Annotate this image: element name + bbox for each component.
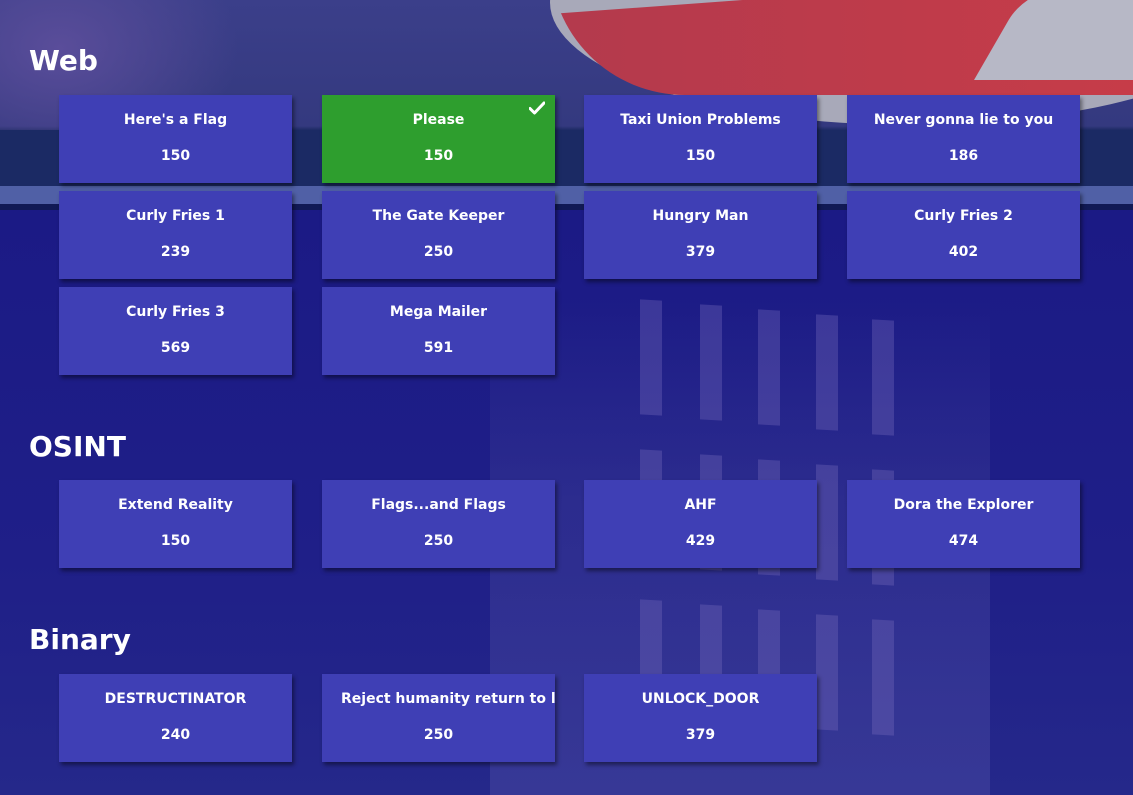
challenge-name: Here's a Flag [123, 112, 228, 128]
challenge-name: DESTRUCTINATOR [104, 691, 247, 707]
check-icon [529, 101, 545, 115]
challenge-points: 379 [685, 244, 716, 260]
challenge-tile-hungry-man[interactable]: Hungry Man 379 [584, 191, 817, 279]
challenge-points: 150 [160, 533, 191, 549]
challenge-points: 250 [423, 244, 454, 260]
challenge-tile-reject-humanity[interactable]: Reject humanity return to libc 250 [322, 674, 555, 762]
challenge-name: Hungry Man [652, 208, 749, 224]
challenge-points: 150 [423, 148, 454, 164]
challenge-name: Dora the Explorer [893, 497, 1034, 513]
challenge-name: Reject humanity return to libc [341, 691, 555, 707]
challenge-points: 591 [423, 340, 454, 356]
category-title-binary: Binary [29, 623, 131, 656]
challenge-name: Curly Fries 2 [914, 208, 1013, 224]
challenge-points: 150 [160, 148, 191, 164]
challenge-tile-dora-the-explorer[interactable]: Dora the Explorer 474 [847, 480, 1080, 568]
challenge-name: Taxi Union Problems [620, 112, 781, 128]
challenge-points: 240 [160, 727, 191, 743]
challenge-points: 569 [160, 340, 191, 356]
challenge-tile-the-gate-keeper[interactable]: The Gate Keeper 250 [322, 191, 555, 279]
challenge-points: 402 [948, 244, 979, 260]
challenge-tile-taxi-union-problems[interactable]: Taxi Union Problems 150 [584, 95, 817, 183]
challenge-name: The Gate Keeper [372, 208, 505, 224]
challenge-points: 250 [423, 533, 454, 549]
category-title-web: Web [29, 44, 98, 77]
challenge-name: Curly Fries 1 [126, 208, 225, 224]
challenge-tile-mega-mailer[interactable]: Mega Mailer 591 [322, 287, 555, 375]
challenge-points: 250 [423, 727, 454, 743]
challenge-tile-destructinator[interactable]: DESTRUCTINATOR 240 [59, 674, 292, 762]
challenge-tile-extend-reality[interactable]: Extend Reality 150 [59, 480, 292, 568]
challenge-name: Never gonna lie to you [873, 112, 1054, 128]
challenge-tile-ahf[interactable]: AHF 429 [584, 480, 817, 568]
challenge-tile-curly-fries-2[interactable]: Curly Fries 2 402 [847, 191, 1080, 279]
category-title-osint: OSINT [29, 430, 126, 463]
challenge-points: 186 [948, 148, 979, 164]
challenge-name: Please [412, 112, 465, 128]
challenge-board: Web Here's a Flag 150 Please 150 Taxi Un… [0, 0, 1133, 795]
challenge-points: 474 [948, 533, 979, 549]
challenge-points: 239 [160, 244, 191, 260]
challenge-tile-never-gonna-lie-to-you[interactable]: Never gonna lie to you 186 [847, 95, 1080, 183]
challenge-name: AHF [684, 497, 717, 513]
challenge-name: Mega Mailer [389, 304, 488, 320]
challenge-name: Flags...and Flags [371, 497, 506, 513]
challenge-points: 150 [685, 148, 716, 164]
challenge-tile-please[interactable]: Please 150 [322, 95, 555, 183]
challenge-tile-curly-fries-1[interactable]: Curly Fries 1 239 [59, 191, 292, 279]
challenge-points: 429 [685, 533, 716, 549]
challenge-tile-curly-fries-3[interactable]: Curly Fries 3 569 [59, 287, 292, 375]
challenge-points: 379 [685, 727, 716, 743]
challenge-name: Extend Reality [118, 497, 233, 513]
challenge-tile-unlock-door[interactable]: UNLOCK_DOOR 379 [584, 674, 817, 762]
challenge-tile-heres-a-flag[interactable]: Here's a Flag 150 [59, 95, 292, 183]
challenge-name: UNLOCK_DOOR [641, 691, 760, 707]
challenge-name: Curly Fries 3 [126, 304, 225, 320]
challenge-tile-flags-and-flags[interactable]: Flags...and Flags 250 [322, 480, 555, 568]
